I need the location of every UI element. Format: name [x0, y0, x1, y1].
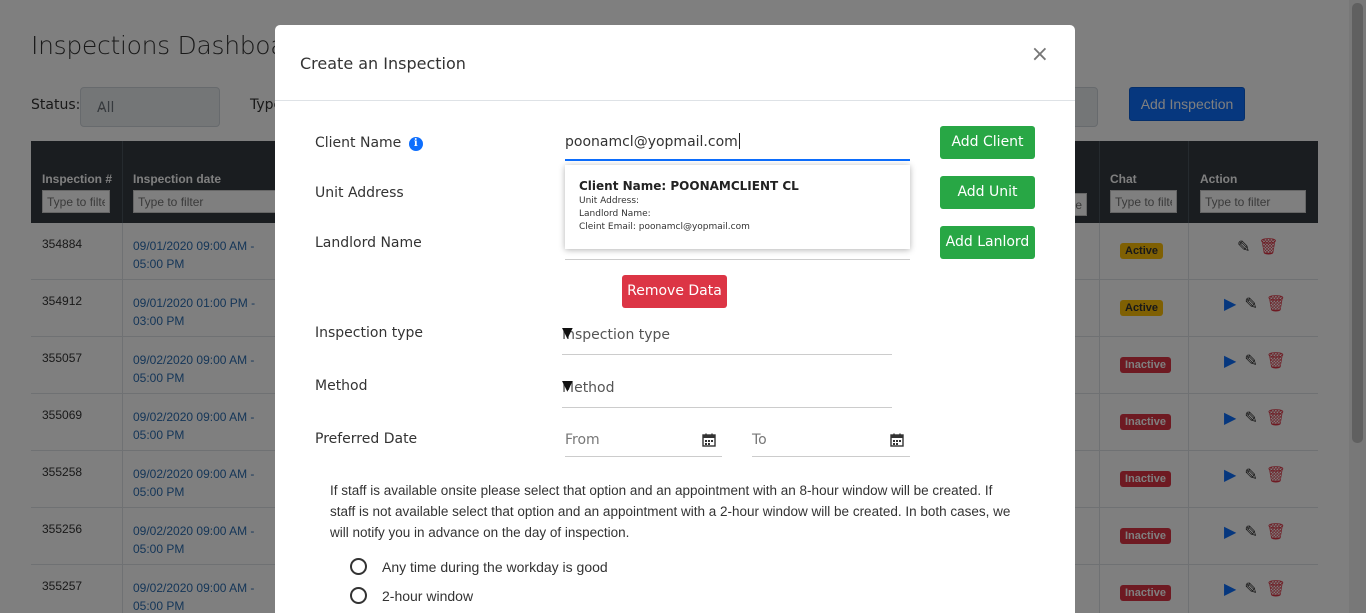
radio-two-hour[interactable] — [350, 587, 367, 604]
client-suggestion-dropdown[interactable]: Client Name: POONAMCLIENT CL Unit Addres… — [565, 165, 910, 249]
create-inspection-modal: Create an Inspection × Client Name i poo… — [275, 25, 1075, 613]
calendar-icon[interactable] — [890, 433, 904, 447]
method-select[interactable]: Method ▼ — [562, 372, 892, 408]
to-date-input[interactable]: To — [752, 427, 910, 457]
inspection-type-select[interactable]: Inspection type ▼ — [562, 319, 892, 355]
method-label: Method — [315, 378, 368, 394]
option-any-time[interactable]: Any time during the workday is good — [350, 558, 608, 575]
availability-note: If staff is available onsite please sele… — [330, 483, 1011, 540]
landlord-name-label: Landlord Name — [315, 235, 422, 251]
text-caret — [738, 133, 740, 149]
client-name-label-text: Client Name — [315, 135, 402, 151]
inspection-type-label: Inspection type — [315, 325, 424, 341]
triangle-down-icon: ▼ — [562, 378, 573, 394]
option-two-hour[interactable]: 2-hour window — [350, 587, 473, 604]
suggestion-client-name: Client Name: POONAMCLIENT CL — [579, 179, 799, 193]
triangle-down-icon: ▼ — [562, 325, 573, 341]
close-icon[interactable]: × — [1031, 42, 1049, 67]
from-date-input[interactable]: From — [565, 427, 722, 457]
radio-any-time[interactable] — [350, 558, 367, 575]
add-landlord-button[interactable]: Add Lanlord — [940, 226, 1035, 259]
suggestion-landlord: Landlord Name: — [579, 209, 651, 219]
modal-header: Create an Inspection × — [275, 25, 1075, 101]
calendar-icon[interactable] — [702, 433, 716, 447]
info-icon[interactable]: i — [408, 137, 423, 151]
from-date-placeholder: From — [565, 432, 600, 448]
suggestion-email: Cleint Email: poonamcl@yopmail.com — [579, 222, 750, 232]
option-any-time-label: Any time during the workday is good — [382, 558, 608, 575]
client-name-label: Client Name i — [315, 135, 423, 151]
client-name-value: poonamcl@yopmail.com — [565, 134, 738, 150]
modal-title: Create an Inspection — [300, 54, 466, 73]
add-unit-button[interactable]: Add Unit — [940, 176, 1035, 209]
client-name-input[interactable]: poonamcl@yopmail.com — [565, 133, 910, 161]
suggestion-unit: Unit Address: — [579, 196, 640, 206]
preferred-date-label: Preferred Date — [315, 431, 418, 447]
add-client-button[interactable]: Add Client — [940, 126, 1035, 159]
remove-data-button[interactable]: Remove Data — [622, 275, 727, 308]
to-date-placeholder: To — [752, 432, 767, 448]
unit-address-label: Unit Address — [315, 185, 404, 201]
option-two-hour-label: 2-hour window — [382, 587, 474, 604]
